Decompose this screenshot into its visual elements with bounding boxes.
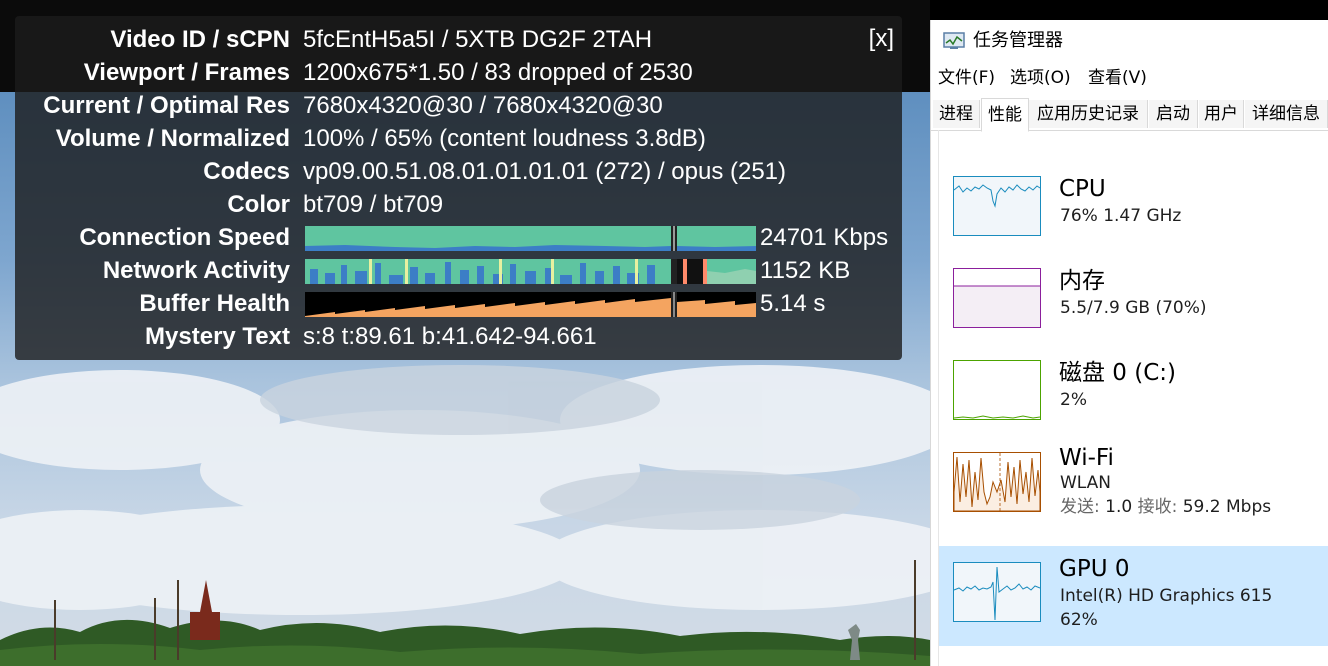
perf-item-throughput: 发送: 1.0 接收: 59.2 Mbps [1060,496,1271,518]
perf-item-cpu[interactable]: CPU 76% 1.47 GHz [939,160,1328,260]
stat-label: Volume / Normalized [55,125,290,152]
send-label: 发送: [1060,497,1100,517]
window-title: 任务管理器 [973,30,1063,51]
stat-row-volume: Volume / Normalized 100% / 65% (content … [15,122,902,155]
perf-item-name: 内存 [1059,268,1105,294]
stat-value: vp09.00.51.08.01.01.01.01 (272) / opus (… [303,158,787,185]
menu-file[interactable]: 文件(F) [938,66,995,90]
cpu-graph-thumbnail [953,176,1041,236]
stat-value: 1200x675*1.50 / 83 dropped of 2530 [303,59,693,86]
disk-graph-thumbnail [953,360,1041,420]
tab-details[interactable]: 详细信息 [1245,100,1328,128]
stat-value: 5.14 s [760,290,826,317]
tab-processes[interactable]: 进程 [933,100,980,128]
stat-label: Codecs [203,158,290,185]
stat-row-connection-speed: Connection Speed 24701 Kbps [15,221,902,254]
stat-label: Current / Optimal Res [43,92,290,119]
perf-item-name: CPU [1059,176,1106,202]
stat-label: Mystery Text [145,323,290,350]
tab-startup[interactable]: 启动 [1149,100,1198,128]
perf-item-name: 磁盘 0 (C:) [1059,360,1177,386]
send-value: 1.0 [1105,497,1133,517]
receive-value: 59.2 Mbps [1182,497,1272,517]
task-manager-window: 任务管理器 文件(F) 选项(O) 查看(V) 进程 性能 应用历史记录 启动 … [930,20,1328,666]
stat-value: 5fcEntH5a5I / 5XTB DG2F 2TAH [303,26,653,53]
stat-label: Video ID / sCPN [110,26,290,53]
stat-label: Network Activity [102,257,290,284]
stat-value: 7680x4320@30 / 7680x4320@30 [303,92,663,119]
perf-item-disk[interactable]: 磁盘 0 (C:) 2% [939,344,1328,444]
perf-item-detail: 76% 1.47 GHz [1060,206,1182,226]
perf-item-name: GPU 0 [1059,556,1130,582]
tab-app-history[interactable]: 应用历史记录 [1029,100,1148,128]
connection-speed-graph [305,226,756,251]
stats-for-nerds-panel: [x] Video ID / sCPN 5fcEntH5a5I / 5XTB D… [15,16,902,360]
stat-row-mystery-text: Mystery Text s:8 t:89.61 b:41.642-94.661 [15,320,902,353]
perf-item-gpu[interactable]: GPU 0 Intel(R) HD Graphics 615 62% [939,546,1328,646]
stat-label: Color [227,191,290,218]
network-activity-graph [305,259,756,284]
task-manager-icon [943,32,965,49]
receive-label: 接收: [1137,497,1178,517]
perf-item-wifi[interactable]: Wi-Fi WLAN 发送: 1.0 接收: 59.2 Mbps [939,436,1328,536]
stat-label: Viewport / Frames [83,59,290,86]
gpu-graph-thumbnail [953,562,1041,622]
stat-value: 1152 KB [760,257,851,284]
stat-row-buffer-health: Buffer Health 5.14 s [15,287,902,320]
stat-label: Connection Speed [79,224,290,251]
stat-value: bt709 / bt709 [303,191,444,218]
perf-item-detail: 2% [1060,390,1087,410]
tab-bar: 进程 性能 应用历史记录 启动 用户 详细信息 [931,98,1328,132]
stat-row-network-activity: Network Activity 1152 KB [15,254,902,287]
perf-item-usage: 62% [1060,610,1098,630]
tab-performance[interactable]: 性能 [981,98,1029,132]
stat-value: 100% / 65% (content loudness 3.8dB) [303,125,706,152]
wifi-graph-thumbnail [953,452,1041,512]
video-player[interactable]: [x] Video ID / sCPN 5fcEntH5a5I / 5XTB D… [0,0,930,666]
stat-value: 24701 Kbps [760,224,889,251]
stat-row-codecs: Codecs vp09.00.51.08.01.01.01.01 (272) /… [15,155,902,188]
stat-value: s:8 t:89.61 b:41.642-94.661 [303,323,597,350]
performance-sidebar: CPU 76% 1.47 GHz 内存 5.5/7.9 GB (70%) 磁盘 … [938,130,1328,666]
perf-item-detail: 5.5/7.9 GB (70%) [1060,298,1207,318]
menu-options[interactable]: 选项(O) [1010,66,1071,90]
memory-graph-thumbnail [953,268,1041,328]
stat-row-color: Color bt709 / bt709 [15,188,902,221]
perf-item-name: Wi-Fi [1059,445,1114,471]
stat-label: Buffer Health [139,290,290,317]
buffer-health-graph [305,292,756,317]
perf-item-detail: WLAN [1060,473,1112,493]
perf-item-detail: Intel(R) HD Graphics 615 [1060,586,1273,606]
stat-row-video-id: Video ID / sCPN 5fcEntH5a5I / 5XTB DG2F … [15,23,902,56]
perf-item-memory[interactable]: 内存 5.5/7.9 GB (70%) [939,252,1328,352]
stat-row-viewport: Viewport / Frames 1200x675*1.50 / 83 dro… [15,56,902,89]
stat-row-resolution: Current / Optimal Res 7680x4320@30 / 768… [15,89,902,122]
tab-users[interactable]: 用户 [1199,100,1244,128]
menu-view[interactable]: 查看(V) [1088,66,1147,90]
title-bar[interactable]: 任务管理器 [931,20,1328,62]
